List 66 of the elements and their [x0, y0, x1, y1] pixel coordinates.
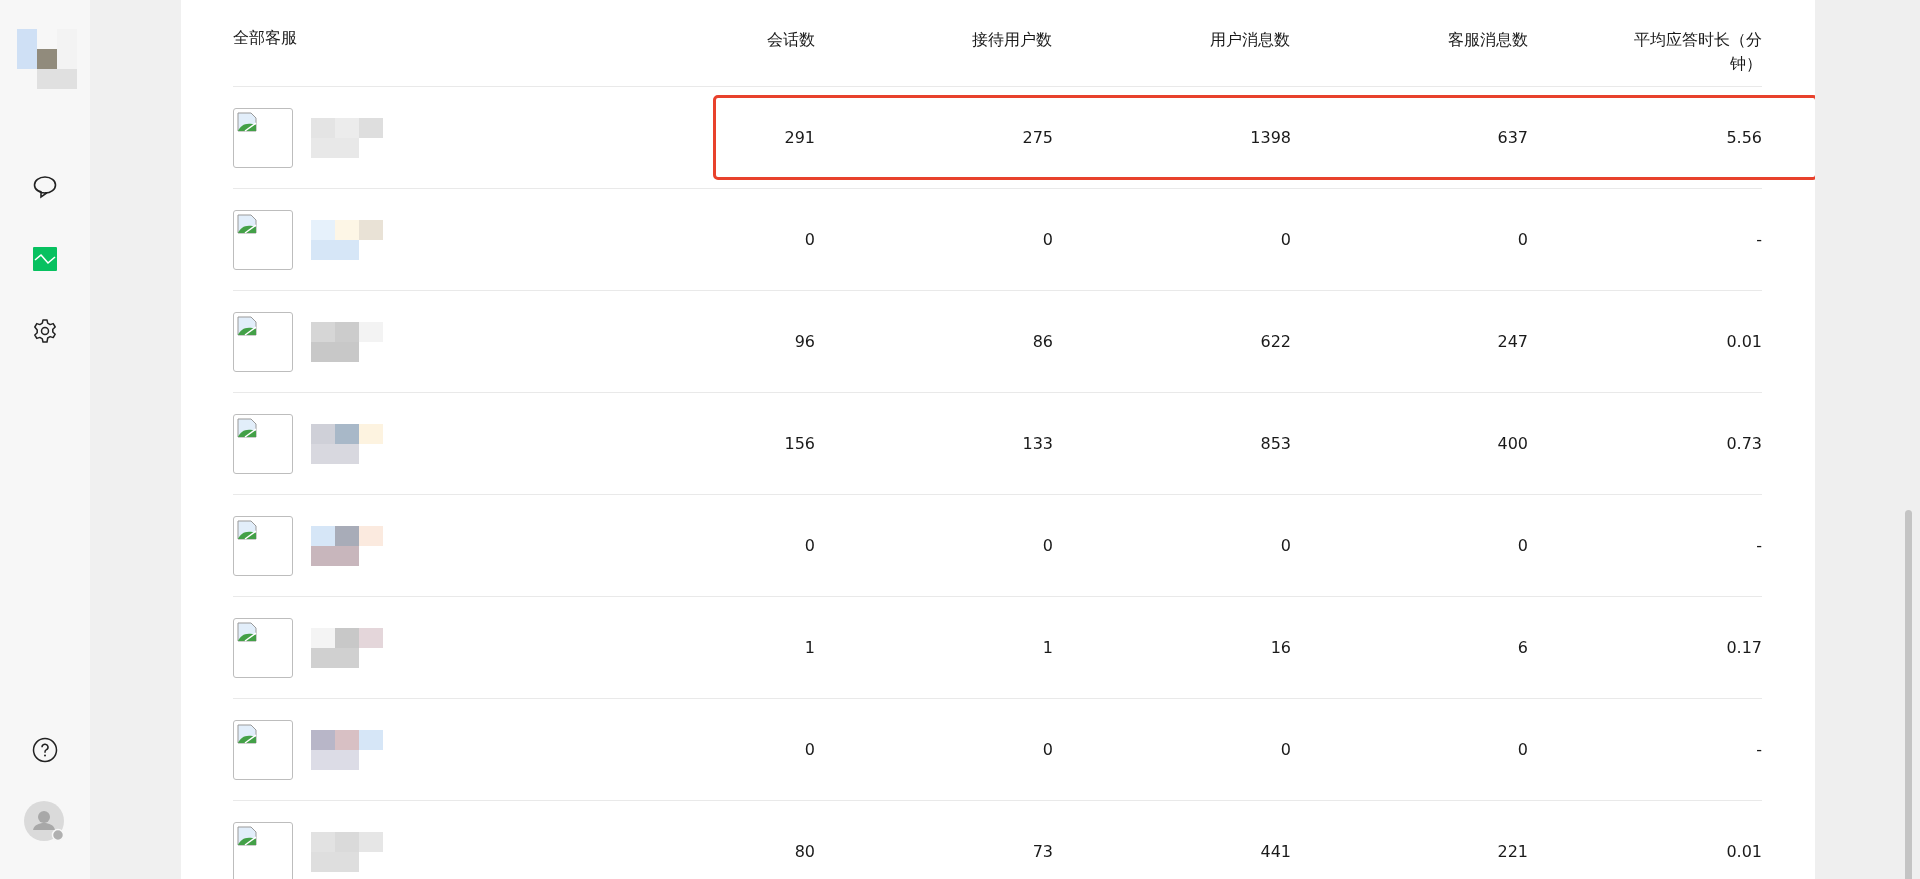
table-cell-text: 0 — [1279, 536, 1291, 555]
table-cell-text: 1 — [1041, 638, 1053, 657]
settings-icon[interactable] — [31, 317, 59, 345]
pixelated-name — [311, 117, 383, 158]
column-header: 客服消息数 — [1447, 29, 1529, 51]
table-cell-text: 86 — [1031, 332, 1053, 351]
table-cell-text: 1 — [803, 638, 815, 657]
table-cell-text: 6 — [1516, 638, 1528, 657]
pixelated-name — [311, 321, 383, 362]
table-cell-text: 275 — [1021, 128, 1053, 147]
table-cell-text: 96 — [793, 332, 815, 351]
table-cell-text: 16 — [1269, 638, 1291, 657]
broken-image-icon — [233, 209, 293, 270]
table-cell-text: 133 — [1021, 434, 1053, 453]
broken-image-icon — [233, 719, 293, 780]
chat-icon[interactable] — [31, 173, 59, 201]
broken-image-icon — [233, 107, 293, 168]
pixelated-name — [311, 831, 383, 872]
table-cell-text: 400 — [1496, 434, 1528, 453]
table-cell-text: - — [1755, 536, 1762, 555]
pixelated-name — [311, 525, 383, 566]
column-header: 会话数 — [765, 29, 815, 51]
table-cell-text: 0 — [1516, 740, 1528, 759]
column-header: 平均应答时长（分钟） — [1632, 29, 1762, 75]
table-cell-text: 0 — [803, 740, 815, 759]
pixelated-name — [311, 729, 383, 770]
column-header: 接待用户数 — [971, 29, 1053, 51]
column-header: 全部客服 — [233, 28, 298, 49]
table-cell-text: 637 — [1496, 128, 1528, 147]
table-cell-text: 0 — [1516, 230, 1528, 249]
table-cell-text: 5.56 — [1725, 128, 1762, 147]
table-cell-text: 0.01 — [1725, 332, 1762, 351]
table-cell-text: 441 — [1259, 842, 1291, 861]
broken-image-icon — [233, 311, 293, 372]
table-cell-text: 156 — [783, 434, 815, 453]
scrollbar-thumb[interactable] — [1905, 510, 1912, 879]
table-cell-text: - — [1755, 740, 1762, 759]
table-cell-text: 0 — [1041, 536, 1053, 555]
table-cell-text: 0 — [1279, 740, 1291, 759]
table-cell-text: 853 — [1259, 434, 1291, 453]
table-cell-text: 0 — [1041, 740, 1053, 759]
table-cell-text: 0 — [1279, 230, 1291, 249]
table-cell-text: 0.17 — [1725, 638, 1762, 657]
pixelated-name — [311, 219, 383, 260]
table-cell-text: 221 — [1496, 842, 1528, 861]
table-cell-text: 0.73 — [1725, 434, 1762, 453]
table-cell-text: 0 — [1516, 536, 1528, 555]
broken-image-icon — [233, 617, 293, 678]
broken-image-icon — [233, 413, 293, 474]
table-cell-text: 73 — [1031, 842, 1053, 861]
table-cell-text: 0 — [803, 536, 815, 555]
table-cell-text: - — [1755, 230, 1762, 249]
broken-image-icon — [233, 515, 293, 576]
help-icon[interactable] — [32, 737, 58, 763]
table-cell-text: 247 — [1496, 332, 1528, 351]
table-cell-text: 0.01 — [1725, 842, 1762, 861]
pixelated-name — [311, 627, 383, 668]
table-cell-text: 0 — [1041, 230, 1053, 249]
column-header: 用户消息数 — [1209, 29, 1291, 51]
logo-icon — [17, 29, 77, 89]
table-cell-text: 1398 — [1249, 128, 1291, 147]
table-cell-text: 291 — [783, 128, 815, 147]
table-cell-text: 622 — [1259, 332, 1291, 351]
pixelated-name — [311, 423, 383, 464]
table-cell-text: 80 — [793, 842, 815, 861]
table-cell-text: 0 — [803, 230, 815, 249]
